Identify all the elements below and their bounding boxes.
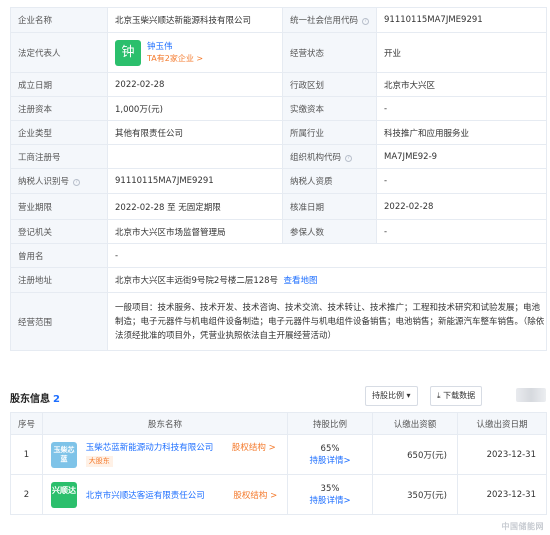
row-index: 1 <box>10 434 43 475</box>
reg-capital-label: 注册资本 <box>10 96 108 121</box>
equity-structure-link[interactable]: 股权结构 > <box>232 443 276 453</box>
header-ratio: 持股比例 <box>287 412 373 435</box>
help-icon[interactable]: ? <box>362 18 370 25</box>
type-value: 其他有限责任公司 <box>107 120 283 145</box>
shareholder-header: 股东信息 2 持股比例 ▾ ⤓ 下载数据 <box>10 384 546 410</box>
org-code-value: MA7JME92-9 <box>376 144 547 169</box>
taxpayer-qual-label: 纳税人资质 <box>282 168 377 194</box>
legal-rep-label: 法定代表人 <box>10 32 108 73</box>
status-value: 开业 <box>376 32 547 73</box>
org-code-label: 组织机构代码? <box>282 144 377 169</box>
est-date-label: 成立日期 <box>10 72 108 97</box>
download-icon: ⤓ <box>437 391 441 400</box>
insured-value: - <box>376 219 547 244</box>
term-label: 营业期限 <box>10 193 108 220</box>
legal-rep-cell: 钟钟玉伟 TA有2家企业 > <box>107 32 283 73</box>
taxpayer-id-value: 91110115MA7JME9291 <box>107 168 283 194</box>
paid-capital-label: 实缴资本 <box>282 96 377 121</box>
header-name: 股东名称 <box>42 412 288 435</box>
credit-code-value: 91110115MA7JME9291 <box>376 7 547 33</box>
address-label: 注册地址 <box>10 267 108 293</box>
company-logo: 兴顺达 <box>51 481 77 508</box>
shareholder-name-link[interactable]: 北京市兴顺达客运有限责任公司 <box>86 491 205 501</box>
holding-detail-link[interactable]: 持股详情> <box>309 456 350 466</box>
company-name-value: 北京玉柴兴顺达新能源科技有限公司 <box>107 7 283 33</box>
equity-structure-link[interactable]: 股权结构 > <box>233 491 277 501</box>
amount-cell: 650万(元) <box>372 434 458 475</box>
biz-reg-no-value <box>107 144 283 169</box>
view-map-link[interactable]: 查看地图 <box>283 276 317 286</box>
watermark: 中国储能网 <box>501 522 544 531</box>
address-value: 北京市大兴区丰远街9号院2号楼二层128号 <box>115 276 279 286</box>
company-logo: 玉柴芯蓝 <box>51 441 77 468</box>
table-row: 2 兴顺达 北京市兴顺达客运有限责任公司 股权结构 > 35% 持股详情> 350… <box>10 474 547 515</box>
legal-rep-name-link[interactable]: 钟玉伟 <box>147 42 173 52</box>
ratio-value: 35% <box>320 483 340 494</box>
term-value: 2022-02-28 至 无固定期限 <box>107 193 283 220</box>
date-cell: 2023-12-31 <box>457 474 547 515</box>
shareholder-name-cell: 兴顺达 北京市兴顺达客运有限责任公司 股权结构 > <box>42 474 288 515</box>
status-label: 经营状态 <box>282 32 377 73</box>
address-cell: 北京市大兴区丰远街9号院2号楼二层128号 查看地图 <box>107 267 547 293</box>
company-name-label: 企业名称 <box>10 7 108 33</box>
legal-rep-companies-link[interactable]: TA有2家企业 > <box>147 54 203 63</box>
taxpayer-qual-value: - <box>376 168 547 194</box>
ratio-cell: 65% 持股详情> <box>287 434 373 475</box>
former-name-label: 曾用名 <box>10 243 108 268</box>
amount-cell: 350万(元) <box>372 474 458 515</box>
legal-rep-avatar[interactable]: 钟 <box>115 39 141 66</box>
shareholder-title: 股东信息 2 <box>10 394 60 405</box>
header-index: 序号 <box>10 412 43 435</box>
shareholder-name-cell: 玉柴芯蓝 玉柴芯蓝新能源动力科技有限公司 股权结构 > 大股东 <box>42 434 288 475</box>
authority-label: 登记机关 <box>10 219 108 244</box>
blurred-icon <box>516 388 546 402</box>
sort-by-ratio-button[interactable]: 持股比例 ▾ <box>365 386 418 406</box>
taxpayer-id-label: 纳税人识别号? <box>10 168 108 194</box>
company-info-table: 企业名称 北京玉柴兴顺达新能源科技有限公司 统一社会信用代码? 91110115… <box>10 7 547 351</box>
scope-label: 经营范围 <box>10 292 108 351</box>
former-name-value: - <box>107 243 547 268</box>
download-data-button[interactable]: ⤓ 下载数据 <box>430 386 483 406</box>
type-label: 企业类型 <box>10 120 108 145</box>
shareholder-name-link[interactable]: 玉柴芯蓝新能源动力科技有限公司 <box>86 443 214 453</box>
shareholder-table: 序号 股东名称 持股比例 认缴出资额 认缴出资日期 1 玉柴芯蓝 玉柴芯蓝新能源… <box>10 412 547 515</box>
scope-value: 一般项目：技术服务、技术开发、技术咨询、技术交流、技术转让、技术推广；工程和技术… <box>107 292 547 351</box>
paid-capital-value: - <box>376 96 547 121</box>
reg-capital-value: 1,000万(元) <box>107 96 283 121</box>
district-label: 行政区划 <box>282 72 377 97</box>
major-shareholder-badge: 大股东 <box>85 456 113 467</box>
holding-detail-link[interactable]: 持股详情> <box>309 496 350 506</box>
ratio-value: 65% <box>320 443 340 454</box>
approval-date-label: 核准日期 <box>282 193 377 220</box>
header-amount: 认缴出资额 <box>372 412 458 435</box>
insured-label: 参保人数 <box>282 219 377 244</box>
biz-reg-no-label: 工商注册号 <box>10 144 108 169</box>
date-cell: 2023-12-31 <box>457 434 547 475</box>
header-date: 认缴出资日期 <box>457 412 547 435</box>
shareholder-count: 2 <box>53 394 60 405</box>
help-icon[interactable]: ? <box>345 154 353 162</box>
credit-code-label: 统一社会信用代码? <box>282 7 377 33</box>
authority-value: 北京市大兴区市场监督管理局 <box>107 219 283 244</box>
row-index: 2 <box>10 474 43 515</box>
ratio-cell: 35% 持股详情> <box>287 474 373 515</box>
company-info-panel: 企业名称 北京玉柴兴顺达新能源科技有限公司 统一社会信用代码? 91110115… <box>10 7 547 351</box>
est-date-value: 2022-02-28 <box>107 72 283 97</box>
help-icon[interactable]: ? <box>73 179 81 186</box>
industry-value: 科技推广和应用服务业 <box>376 120 547 145</box>
district-value: 北京市大兴区 <box>376 72 547 97</box>
approval-date-value: 2022-02-28 <box>376 193 547 220</box>
industry-label: 所属行业 <box>282 120 377 145</box>
table-row: 1 玉柴芯蓝 玉柴芯蓝新能源动力科技有限公司 股权结构 > 大股东 65% 持股详… <box>10 434 547 475</box>
